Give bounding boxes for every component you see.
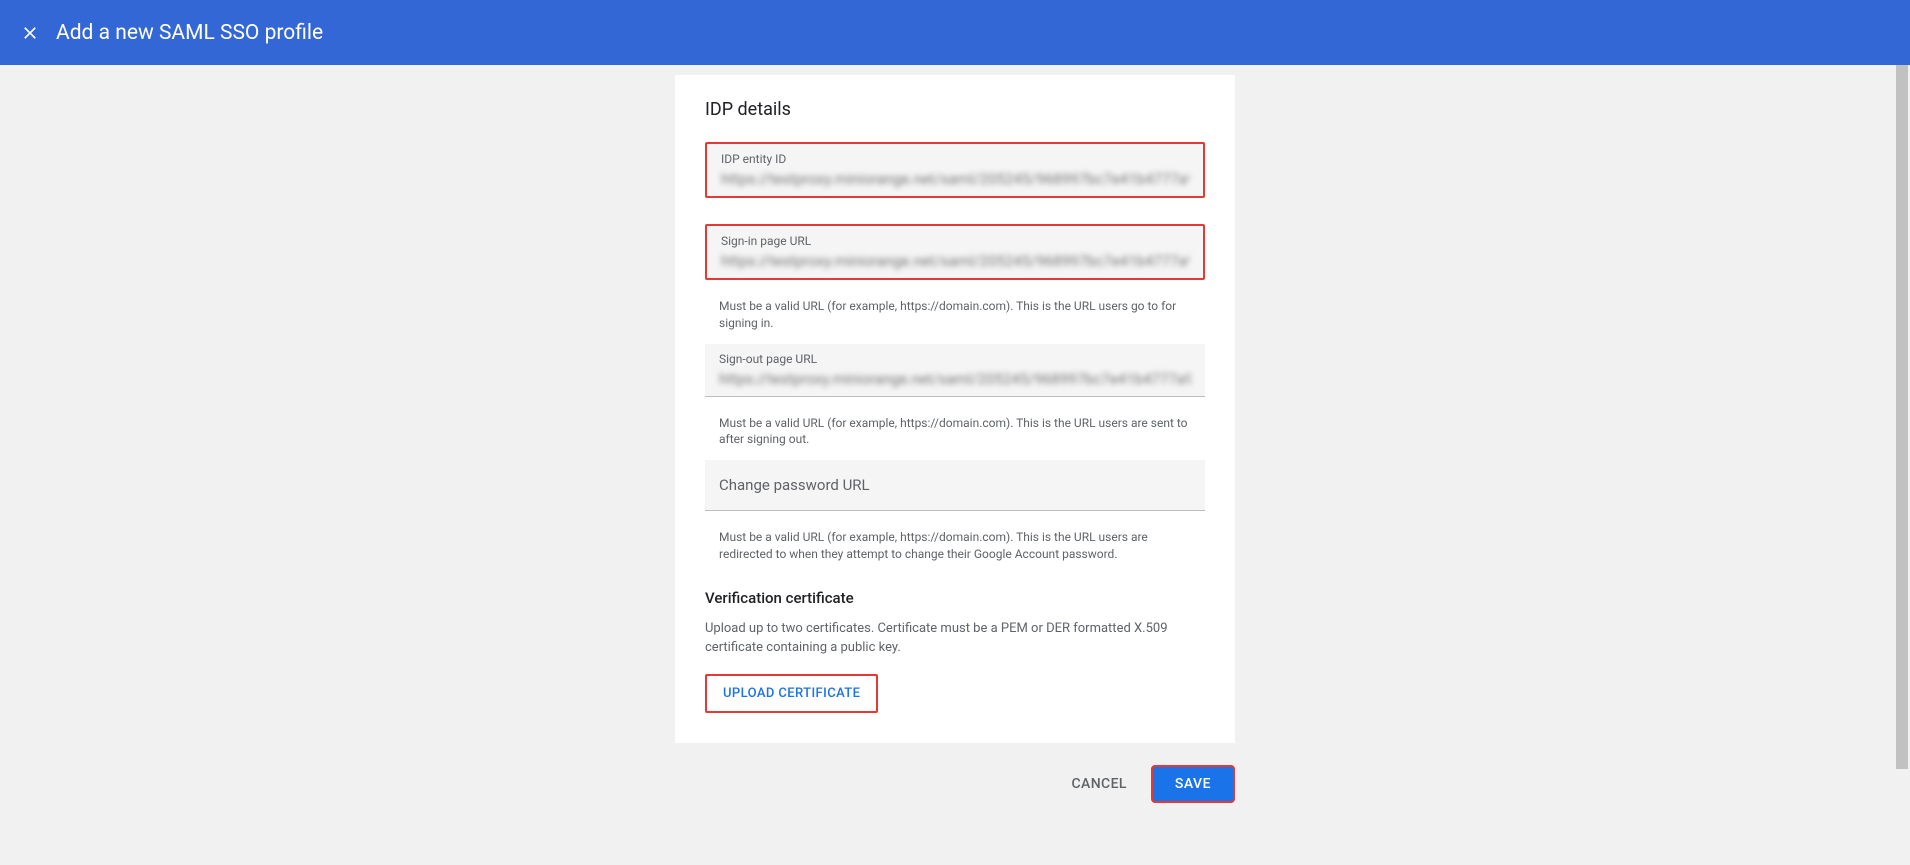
idp-entity-id-input[interactable]: IDP entity ID https://testproxy.minioran… (707, 144, 1203, 196)
content-area: IDP details IDP entity ID https://testpr… (0, 65, 1910, 865)
signin-url-field: Sign-in page URL https://testproxy.minio… (705, 224, 1205, 280)
signin-url-input[interactable]: Sign-in page URL https://testproxy.minio… (707, 226, 1203, 278)
upload-certificate-button[interactable]: UPLOAD CERTIFICATE (705, 674, 878, 713)
certificate-section-title: Verification certificate (705, 589, 1205, 607)
input-label: Sign-out page URL (719, 352, 1191, 366)
scrollbar-track[interactable] (1894, 65, 1910, 865)
input-value: https://testproxy.miniorange.net/saml/20… (721, 250, 1189, 272)
section-title: IDP details (705, 99, 1205, 120)
change-password-url-field: Change password URL (705, 460, 1205, 511)
certificate-description: Upload up to two certificates. Certifica… (705, 619, 1205, 658)
action-row: CANCEL SAVE (675, 743, 1235, 825)
idp-entity-id-field: IDP entity ID https://testproxy.minioran… (705, 142, 1205, 198)
input-label: IDP entity ID (721, 152, 1189, 166)
change-password-url-input[interactable]: Change password URL (705, 460, 1205, 511)
signout-url-input[interactable]: Sign-out page URL https://testproxy.mini… (705, 344, 1205, 397)
input-value: https://testproxy.miniorange.net/saml/20… (721, 168, 1189, 190)
scrollbar-thumb[interactable] (1896, 65, 1908, 769)
save-button[interactable]: SAVE (1151, 765, 1235, 803)
changepw-helper-text: Must be a valid URL (for example, https:… (705, 523, 1205, 575)
cancel-button[interactable]: CANCEL (1063, 768, 1134, 800)
close-icon (20, 23, 40, 43)
close-button[interactable] (18, 21, 42, 45)
signout-url-field: Sign-out page URL https://testproxy.mini… (705, 344, 1205, 397)
signout-helper-text: Must be a valid URL (for example, https:… (705, 409, 1205, 461)
idp-details-card: IDP details IDP entity ID https://testpr… (675, 75, 1235, 743)
modal-header: Add a new SAML SSO profile (0, 0, 1910, 65)
page-title: Add a new SAML SSO profile (56, 21, 323, 45)
input-label: Sign-in page URL (721, 234, 1189, 248)
signin-helper-text: Must be a valid URL (for example, https:… (705, 292, 1205, 344)
input-value: https://testproxy.miniorange.net/saml/20… (719, 368, 1191, 390)
